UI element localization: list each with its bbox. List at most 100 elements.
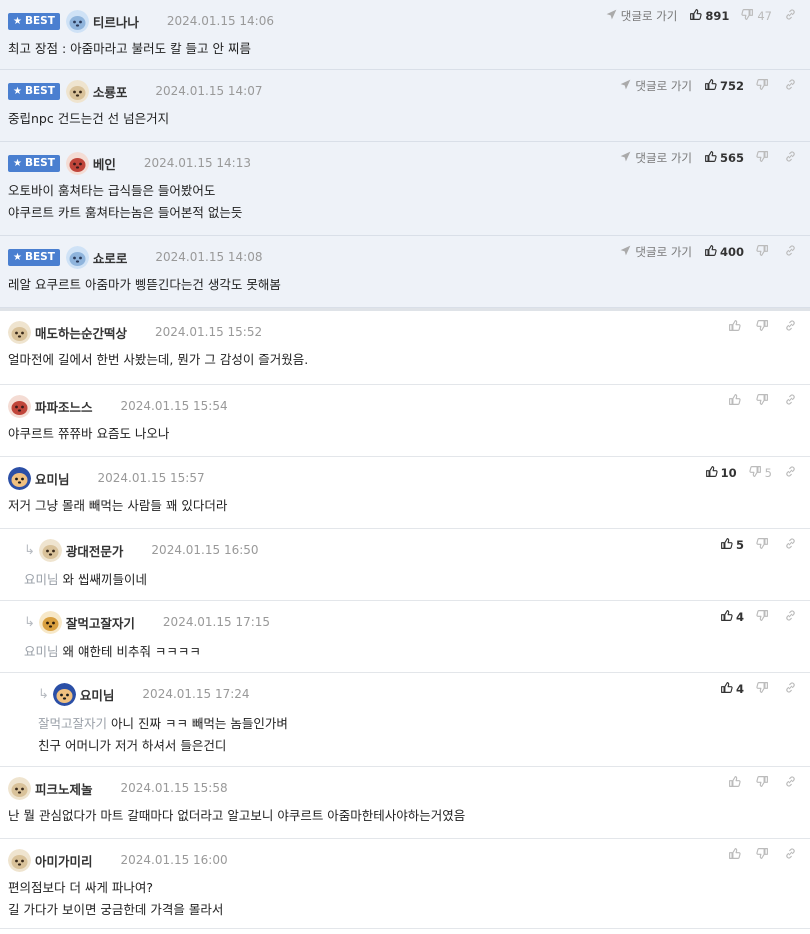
link-icon <box>784 150 800 166</box>
comment-header: ↳ 광대전문가 2024.01.15 16:50 <box>24 537 810 563</box>
nickname[interactable]: 쇼로로 <box>93 248 128 267</box>
best-badge: ★ BEST <box>8 12 60 30</box>
comment-actions <box>716 775 800 791</box>
avatar[interactable] <box>8 848 31 872</box>
dislike-button[interactable] <box>756 244 772 260</box>
permalink-button[interactable] <box>784 8 800 24</box>
like-button[interactable]: 4 <box>720 609 744 625</box>
like-button[interactable]: 891 <box>689 8 729 24</box>
like-button[interactable] <box>728 847 744 863</box>
comment-text: 중립npc 건드는건 선 넘은거지 <box>8 111 170 126</box>
thumbs-up-icon <box>728 393 744 409</box>
thumbs-up-icon <box>728 847 744 863</box>
like-button[interactable]: 10 <box>705 465 737 481</box>
comment: 요미님 2024.01.15 15:57 저거 그냥 몰래 빼먹는 사람들 꽤 … <box>0 457 810 529</box>
comment-date: 2024.01.15 14:07 <box>155 84 263 98</box>
permalink-button[interactable] <box>784 847 800 863</box>
comment-header: 매도하는순간떡상 2024.01.15 15:52 <box>8 319 810 345</box>
dislike-button[interactable] <box>756 150 772 166</box>
like-button[interactable]: 5 <box>720 537 744 553</box>
dislike-button[interactable]: 47 <box>741 8 772 24</box>
comment-header: ↳ 잘먹고잘자기 2024.01.15 17:15 <box>24 609 810 635</box>
mention[interactable]: 요미님 <box>24 572 59 587</box>
dislike-count: 47 <box>757 9 772 23</box>
comment-text: 레알 요쿠르트 아줌마가 삥뜯긴다는건 생각도 못해봄 <box>8 277 281 292</box>
star-icon: ★ <box>13 251 22 263</box>
thumbs-down-icon <box>756 681 772 697</box>
thumbs-down-icon <box>756 244 772 260</box>
avatar[interactable] <box>8 394 31 418</box>
nickname[interactable]: 매도하는순간떡상 <box>35 323 127 342</box>
like-button[interactable] <box>728 319 744 335</box>
dislike-button[interactable] <box>756 775 772 791</box>
avatar[interactable] <box>65 9 89 33</box>
nickname[interactable]: 요미님 <box>80 685 115 704</box>
like-button[interactable] <box>728 393 744 409</box>
permalink-button[interactable] <box>784 393 800 409</box>
permalink-button[interactable] <box>784 319 800 335</box>
like-button[interactable]: 752 <box>704 78 744 94</box>
nickname[interactable]: 파파조느스 <box>35 397 93 416</box>
dislike-button[interactable] <box>756 609 772 625</box>
star-icon: ★ <box>13 15 22 27</box>
avatar[interactable] <box>38 538 62 562</box>
avatar[interactable] <box>38 610 62 634</box>
dislike-button[interactable]: 5 <box>749 465 772 481</box>
permalink-button[interactable] <box>784 150 800 166</box>
dislike-button[interactable] <box>756 319 772 335</box>
like-button[interactable]: 4 <box>720 681 744 697</box>
like-button[interactable] <box>728 775 744 791</box>
nickname[interactable]: 요미님 <box>35 469 70 488</box>
avatar[interactable] <box>65 151 89 175</box>
nickname[interactable]: 광대전문가 <box>66 541 124 560</box>
like-count: 752 <box>719 79 744 93</box>
nickname[interactable]: 소룡포 <box>93 82 128 101</box>
permalink-button[interactable] <box>784 681 800 697</box>
mention[interactable]: 잘먹고잘자기 <box>38 716 107 731</box>
nickname[interactable]: 베인 <box>93 154 116 173</box>
mention[interactable]: 요미님 <box>24 644 59 659</box>
avatar[interactable] <box>8 320 31 344</box>
comment-body: 오토바이 훔쳐타는 급식들은 들어봤어도 야쿠르트 카트 훔쳐타는놈은 들어본적… <box>8 180 810 224</box>
comment-date: 2024.01.15 16:50 <box>151 543 259 557</box>
go-to-reply-link[interactable]: 댓글로 가기 <box>619 150 692 166</box>
nickname[interactable]: 아미가미리 <box>35 851 93 870</box>
dislike-button[interactable] <box>756 393 772 409</box>
avatar[interactable] <box>8 466 31 490</box>
comment-actions: 4 <box>708 609 800 625</box>
like-button[interactable]: 565 <box>704 150 744 166</box>
go-to-reply-link[interactable]: 댓글로 가기 <box>605 8 677 24</box>
permalink-button[interactable] <box>784 78 800 94</box>
dislike-button[interactable] <box>756 681 772 697</box>
nickname[interactable]: 잘먹고잘자기 <box>66 613 135 632</box>
comment-text: 오토바이 훔쳐타는 급식들은 들어봤어도 야쿠르트 카트 훔쳐타는놈은 들어본적… <box>8 183 243 220</box>
avatar[interactable] <box>8 776 31 800</box>
comment-actions <box>716 319 800 335</box>
dislike-button[interactable] <box>756 78 772 94</box>
thumbs-down-icon <box>749 465 765 481</box>
permalink-button[interactable] <box>784 244 800 260</box>
dislike-button[interactable] <box>756 847 772 863</box>
thumbs-down-icon <box>756 537 772 553</box>
comment-text: 편의점보다 더 싸게 파나여? 길 가다가 보이면 궁금한데 가격을 몰라서 <box>8 880 224 917</box>
reply-comment: ↳ 광대전문가 2024.01.15 16:50 요미님 와 씹쌔끼들이네 5 <box>0 529 810 601</box>
go-to-reply-link[interactable]: 댓글로 가기 <box>619 244 692 260</box>
permalink-button[interactable] <box>784 609 800 625</box>
like-button[interactable]: 400 <box>704 244 744 260</box>
avatar[interactable] <box>65 245 89 269</box>
permalink-button[interactable] <box>784 775 800 791</box>
like-count: 4 <box>735 682 744 696</box>
comment-text: 와 씹쌔끼들이네 <box>62 572 147 587</box>
permalink-button[interactable] <box>784 465 800 481</box>
permalink-button[interactable] <box>784 537 800 553</box>
comment-actions: 4 <box>708 681 800 697</box>
go-to-reply-link[interactable]: 댓글로 가기 <box>619 78 692 94</box>
like-count: 565 <box>719 151 744 165</box>
avatar[interactable] <box>65 79 89 103</box>
nickname[interactable]: 피크노제놀 <box>35 779 93 798</box>
dislike-button[interactable] <box>756 537 772 553</box>
link-icon <box>784 681 800 697</box>
nickname[interactable]: 티르나나 <box>93 12 139 31</box>
comment-actions: 댓글로 가기 891 47 <box>605 8 800 24</box>
avatar[interactable] <box>52 682 76 706</box>
